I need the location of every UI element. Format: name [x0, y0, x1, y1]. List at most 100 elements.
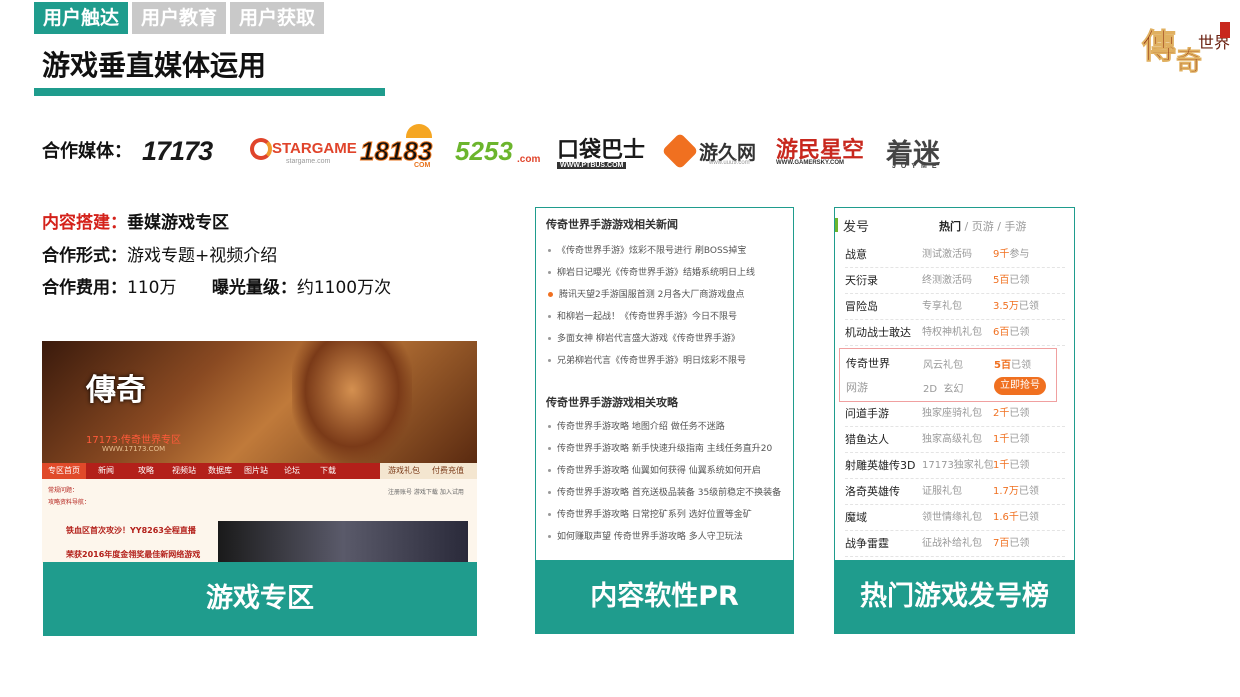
- zone-nav-news[interactable]: 新闻: [86, 463, 126, 479]
- form-value: 游戏专题+视频介绍: [127, 246, 278, 266]
- gamersky-sub: WWW.GAMERSKY.COM: [776, 160, 844, 166]
- rank-row[interactable]: 天衍录 终测激活码 5百已领: [845, 268, 1065, 294]
- filter-mobile[interactable]: 手游: [1004, 220, 1026, 233]
- zone-nav: 专区首页 新闻 攻略 视频站 数据库 图片站 论坛 下载: [42, 463, 380, 479]
- rank-header-accent: [835, 218, 838, 232]
- svg-text:傳: 傳: [1141, 27, 1176, 67]
- legend-of-mir-logo: 傳 奇 世界: [1141, 22, 1230, 77]
- form-label: 合作形式：: [42, 246, 127, 266]
- zone-banner: 傳奇 17173·传奇世界专区 WWW.17173.COM: [42, 341, 477, 463]
- guide-item[interactable]: 传奇世界手游攻略 仙翼如何获得 仙翼系统如何开启: [536, 460, 793, 482]
- cost-label: 合作费用：: [42, 278, 127, 298]
- filter-hot[interactable]: 热门: [939, 220, 961, 233]
- zone-hot-line: 常规问题：: [48, 487, 79, 494]
- rank-row[interactable]: 魔域 领世情缘礼包 1.6千已领: [845, 505, 1065, 531]
- zone-subline: 荣获2016年度金翎奖最佳新网络游戏: [66, 550, 201, 559]
- ptbus-text: 口袋巴士: [557, 137, 646, 162]
- tab-user-acquisition[interactable]: 用户获取: [230, 2, 325, 34]
- zone-tab-recharge[interactable]: 付费充值: [428, 463, 468, 479]
- zone-side-text: 注册账号 游戏下载 加入试用: [388, 489, 464, 496]
- media-partners: 合作媒体：: [42, 130, 142, 170]
- ptbus-sub: WWW.PTBUS.COM: [557, 162, 627, 169]
- logo-5253: 5253 .com: [455, 136, 540, 170]
- exposure-label: 曝光量级：: [211, 278, 297, 298]
- guide-list: 传奇世界手游攻略 地图介绍 做任务不迷路 传奇世界手游攻略 新手快速升级指南 主…: [536, 416, 793, 548]
- page-title: 游戏垂直媒体运用: [42, 49, 267, 82]
- filter-sep: /: [964, 220, 972, 233]
- zone-hot2-line: 攻略资料导航：: [48, 499, 91, 506]
- news-item[interactable]: 和柳岩一起战！《传奇世界手游》今日不限号: [536, 306, 793, 328]
- zone-headline: 铁血区首次攻沙！YY8263全程直播: [66, 526, 196, 535]
- news-item[interactable]: 兄弟柳岩代言《传奇世界手游》明日炫彩不限号: [536, 350, 793, 372]
- news-item[interactable]: 多面女神 柳岩代言盛大游戏《传奇世界手游》: [536, 328, 793, 350]
- rank-row[interactable]: 战意 测试激活码 9千参与: [845, 242, 1065, 268]
- content-label: 内容搭建：: [42, 213, 127, 233]
- zone-nav-database[interactable]: 数据库: [202, 463, 238, 479]
- pr-caption: 内容软性PR: [535, 560, 794, 634]
- zone-caption: 游戏专区: [43, 562, 477, 636]
- zone-nav-images[interactable]: 图片站: [238, 463, 274, 479]
- zone-tab-gifts[interactable]: 游戏礼包: [380, 463, 428, 479]
- info-cost: 合作费用：110万 曝光量级：约1100万次: [42, 273, 391, 298]
- logo-uuu9: 游久网 www.uuu9.com: [661, 132, 757, 170]
- zone-banner-url: WWW.17173.COM: [102, 445, 166, 453]
- rank-row[interactable]: 问道手游 独家座骑礼包 2千已领: [845, 401, 1065, 427]
- zone-nav-forum[interactable]: 论坛: [274, 463, 310, 479]
- media-label: 合作媒体：: [42, 141, 132, 162]
- zone-nav-video[interactable]: 视频站: [166, 463, 202, 479]
- expanded-gift: 风云礼包: [923, 360, 963, 371]
- news-item[interactable]: 腾讯天望2手游国服首测 2月各大厂商游戏盘点: [536, 284, 793, 306]
- zone-side-tabs: 游戏礼包 付费充值: [380, 463, 477, 479]
- rank-row[interactable]: 机动战士敢达 特权神机礼包 6百已领: [845, 320, 1065, 346]
- cost-value: 110万: [127, 278, 177, 298]
- uuu9-sub: www.uuu9.com: [709, 160, 750, 166]
- news-item[interactable]: 《传奇世界手游》炫彩不限号进行 刷BOSS掉宝: [536, 240, 793, 262]
- info-content: 内容搭建：垂媒游戏专区: [42, 208, 229, 233]
- logo-gamersky: 游民星空 WWW.GAMERSKY.COM: [776, 132, 868, 172]
- rank-expanded[interactable]: 传奇世界 风云礼包 5百已领 网游 2D 玄幻 立即抢号: [839, 348, 1057, 402]
- logo-18183: 18183 COM: [359, 124, 440, 170]
- rank-caption: 热门游戏发号榜: [834, 560, 1075, 634]
- uuu9-icon: [661, 132, 699, 170]
- zone-promo-image: [218, 521, 468, 563]
- stargame-sub: stargame.com: [286, 158, 331, 165]
- expanded-name: 传奇世界: [846, 357, 890, 370]
- logo-ptbus: 口袋巴士 WWW.PTBUS.COM: [557, 132, 647, 174]
- rank-row[interactable]: 洛奇英雄传 证服礼包 1.7万已领: [845, 479, 1065, 505]
- guide-title: 传奇世界手游游戏相关攻略: [546, 396, 678, 409]
- rank-filters: 热门 / 页游 / 手游: [939, 218, 1026, 234]
- rank-row[interactable]: 猎鱼达人 独家高级礼包 1千已领: [845, 427, 1065, 453]
- zone-nav-guide[interactable]: 攻略: [126, 463, 166, 479]
- rank-row[interactable]: 战争雷霆 征战补给礼包 7百已领: [845, 531, 1065, 557]
- 18183-sub: COM: [414, 162, 431, 169]
- 5253-sub: .com: [517, 154, 541, 165]
- logo-stargame: STARGAME stargame.com: [250, 136, 357, 166]
- expanded-tags: 2D 玄幻: [923, 384, 964, 395]
- zone-screenshot: 傳奇 17173·传奇世界专区 WWW.17173.COM 专区首页 新闻 攻略…: [42, 341, 477, 563]
- guide-item[interactable]: 传奇世界手游攻略 首充送极品装备 35级前稳定不换装备: [536, 482, 793, 504]
- rank-row[interactable]: 冒险岛 专享礼包 3.5万已领: [845, 294, 1065, 320]
- tab-user-reach[interactable]: 用户触达: [34, 2, 129, 34]
- zone-nav-download[interactable]: 下载: [310, 463, 346, 479]
- news-list: 《传奇世界手游》炫彩不限号进行 刷BOSS掉宝 柳岩日记曝光《传奇世界手游》结婚…: [536, 240, 793, 372]
- joyme-sub: JOYME: [892, 163, 942, 170]
- news-item[interactable]: 柳岩日记曝光《传奇世界手游》结婚系统明日上线: [536, 262, 793, 284]
- news-title: 传奇世界手游游戏相关新闻: [546, 218, 678, 231]
- filter-web[interactable]: 页游: [972, 220, 994, 233]
- guide-item[interactable]: 传奇世界手游攻略 地图介绍 做任务不迷路: [536, 416, 793, 438]
- rank-row[interactable]: 射雕英雄传3D 17173独家礼包 1千已领: [845, 453, 1065, 479]
- warrior-figure: [292, 341, 412, 463]
- grab-code-button[interactable]: 立即抢号: [994, 377, 1046, 395]
- exposure-value: 约1100万次: [296, 278, 392, 298]
- info-form: 合作形式：游戏专题+视频介绍: [42, 241, 277, 266]
- guide-item[interactable]: 传奇世界手游攻略 日常挖矿系列 选好位置等金矿: [536, 504, 793, 526]
- expanded-category: 网游: [846, 381, 868, 394]
- content-value: 垂媒游戏专区: [127, 213, 229, 233]
- zone-nav-home[interactable]: 专区首页: [42, 463, 86, 479]
- guide-item[interactable]: 如何赚取声望 传奇世界手游攻略 多人守卫玩法: [536, 526, 793, 548]
- guide-item[interactable]: 传奇世界手游攻略 新手快速升级指南 主线任务直升20: [536, 438, 793, 460]
- zone-body: 常规问题： 攻略资料导航： 注册账号 游戏下载 加入试用 铁血区首次攻沙！YY8…: [42, 479, 477, 563]
- stargame-icon: [250, 138, 272, 160]
- tab-user-education[interactable]: 用户教育: [132, 2, 227, 34]
- title-underline: [34, 88, 385, 96]
